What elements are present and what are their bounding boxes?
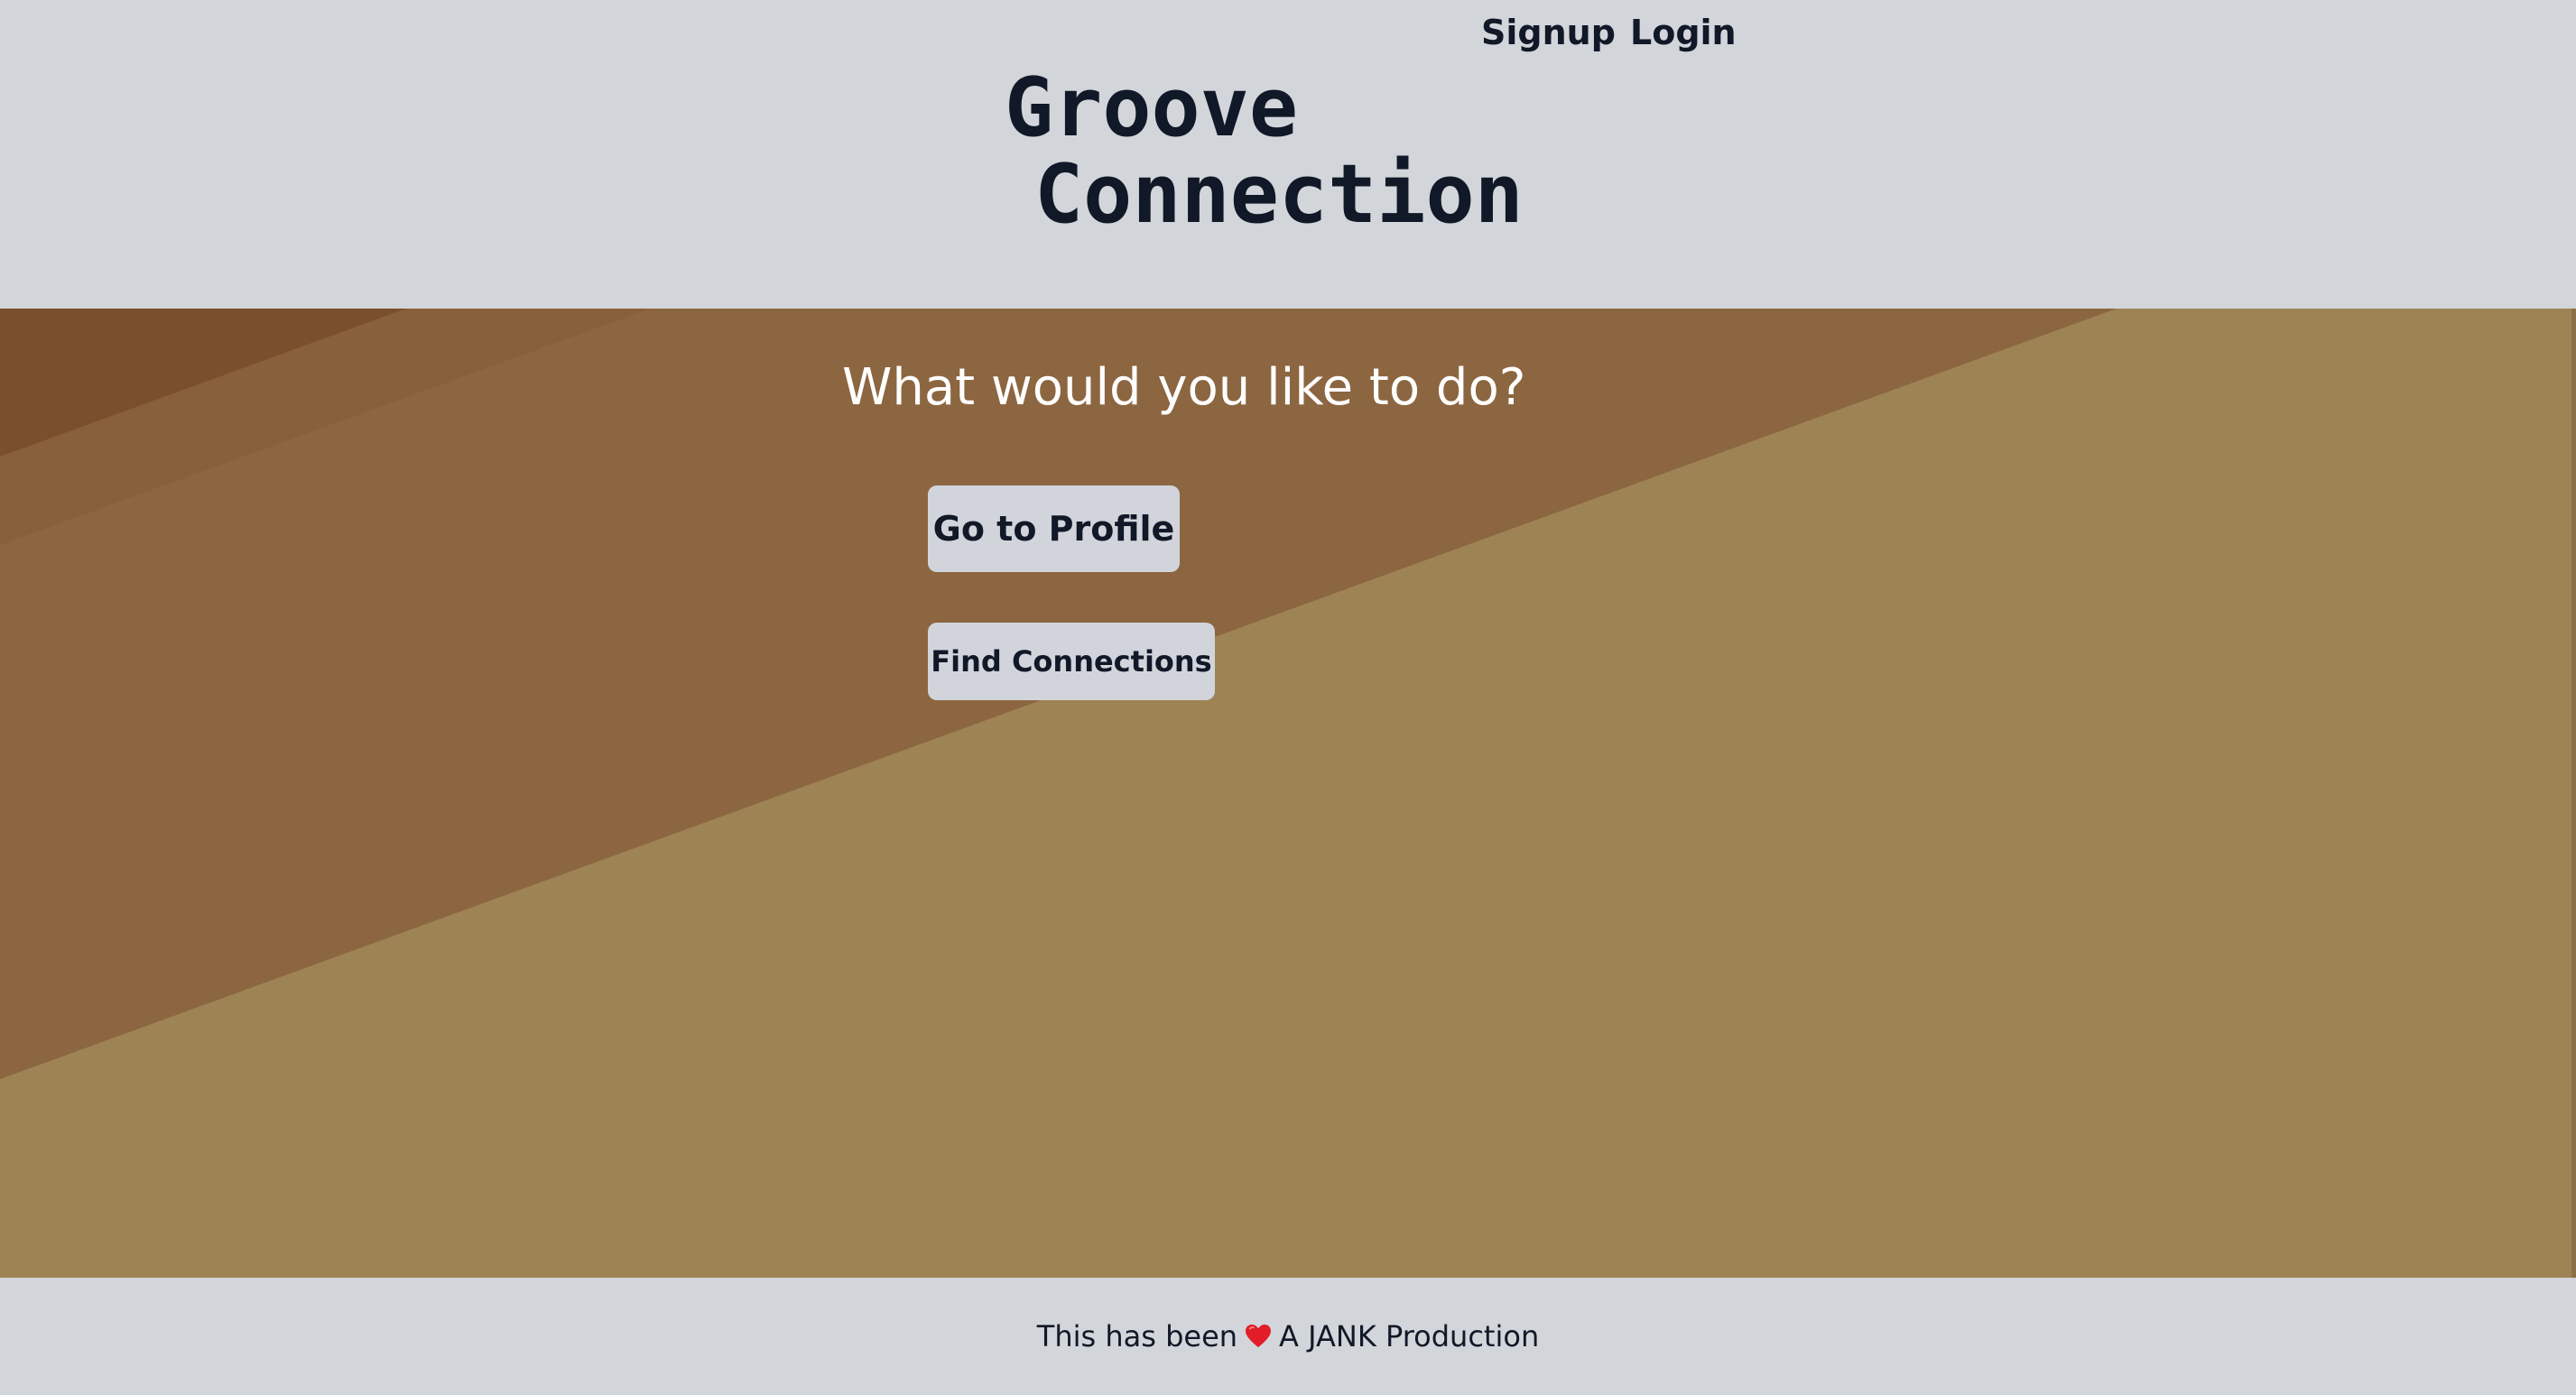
diagonal-background (0, 309, 2576, 1278)
go-to-profile-button[interactable]: Go to Profile (928, 485, 1180, 572)
site-title-line-1: Groove (1005, 60, 1299, 155)
site-title-line-2: Connection (1034, 147, 1524, 242)
site-header: Signup Login Groove Connection (0, 0, 2576, 309)
action-prompt: What would you like to do? (842, 358, 1526, 417)
main-content: What would you like to do? Go to Profile… (0, 309, 2576, 1278)
heart-icon (1246, 1324, 1272, 1348)
footer-text-after: A JANK Production (1279, 1319, 1540, 1353)
site-footer: This has been A JANK Production (0, 1278, 2576, 1395)
signup-link[interactable]: Signup (1481, 9, 1616, 56)
footer-text-before: This has been (1036, 1319, 1238, 1353)
login-link[interactable]: Login (1630, 9, 1737, 56)
find-connections-button[interactable]: Find Connections (928, 623, 1215, 700)
scrollbar-edge (2571, 309, 2576, 1278)
